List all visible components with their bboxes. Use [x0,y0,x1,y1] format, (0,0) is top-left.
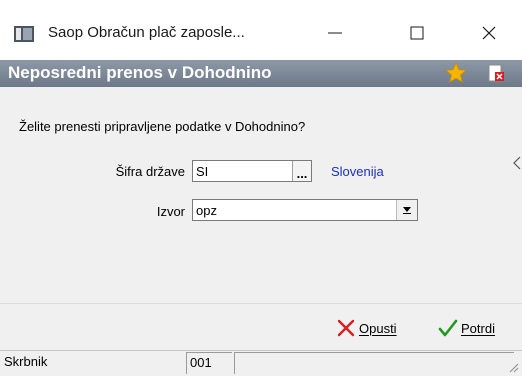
resize-grip-icon[interactable] [507,361,519,373]
country-code-label: Šifra države [115,164,185,179]
status-user: Skrbnik [4,354,48,369]
red-x-icon [337,319,355,337]
divider [0,303,522,304]
close-icon [482,26,496,40]
dialog-header: Neposredni prenos v Dohodnino [0,60,522,87]
app-icon [14,26,34,42]
document-delete-icon[interactable] [486,63,506,83]
minimize-button[interactable] [312,14,358,52]
confirm-button[interactable]: Potrdi [438,316,495,340]
dialog-title: Neposredni prenos v Dohodnino [8,63,272,82]
source-label: Izvor [156,204,185,219]
cancel-button[interactable]: Opusti [336,316,397,340]
country-lookup-button[interactable]: ... [292,161,311,181]
close-button[interactable] [466,14,512,52]
source-value: opz [196,203,217,218]
star-icon[interactable] [444,61,468,85]
maximize-icon [410,26,424,40]
maximize-button[interactable] [394,14,440,52]
chevron-down-icon [403,207,411,214]
country-code-value: SI [196,164,209,179]
window-title: Saop Obračun plač zaposle... [48,24,245,41]
status-number: 001 [186,352,232,374]
source-dropdown-button[interactable] [396,200,417,220]
cancel-label: Opusti [359,320,397,336]
chevron-left-icon[interactable] [512,156,522,170]
prompt-question: Želite prenesti pripravljene podatke v D… [19,119,306,134]
status-panel [234,352,514,374]
confirm-label: Potrdi [461,320,495,336]
green-check-icon [438,319,458,337]
status-bar: Skrbnik 001 [0,350,522,376]
window-titlebar: Saop Obračun plač zaposle... [0,0,522,60]
minimize-icon [328,32,342,34]
country-name: Slovenija [331,164,384,179]
source-select[interactable]: opz [192,199,418,221]
